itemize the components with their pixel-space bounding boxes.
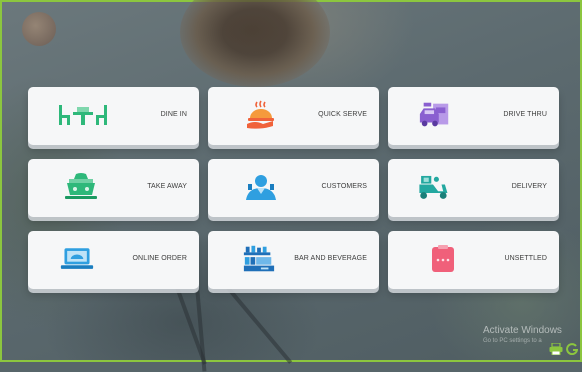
bar-beverage-icon <box>242 244 276 274</box>
drive-thru-car-icon <box>418 100 452 130</box>
dine-in-tile[interactable]: DINE IN <box>28 87 199 145</box>
tile-label: UNSETTLED <box>504 255 547 262</box>
online-order-tile[interactable]: ONLINE ORDER <box>28 231 199 289</box>
bar-beverage-tile[interactable]: BAR AND BEVERAGE <box>208 231 379 289</box>
tile-label: TAKE AWAY <box>147 183 187 190</box>
tile-grid: DINE IN QUICK SERVE DRIVE THRU TAKE AWAY… <box>28 87 559 289</box>
online-order-laptop-icon <box>60 244 94 274</box>
dine-in-table-icon <box>58 100 108 130</box>
unsettled-clipboard-icon <box>426 244 460 274</box>
printer-icon[interactable] <box>549 342 563 360</box>
watermark-title: Activate Windows <box>483 325 562 336</box>
serving-dish-icon <box>244 100 278 130</box>
tile-label: DINE IN <box>160 111 187 118</box>
customer-person-icon <box>244 172 278 202</box>
delivery-scooter-icon <box>416 172 450 202</box>
delivery-tile[interactable]: DELIVERY <box>388 159 559 217</box>
take-away-tile[interactable]: TAKE AWAY <box>28 159 199 217</box>
background-plate <box>180 0 330 87</box>
background-apple <box>22 12 56 46</box>
customers-tile[interactable]: CUSTOMERS <box>208 159 379 217</box>
tile-label: BAR AND BEVERAGE <box>294 255 367 262</box>
tile-label: ONLINE ORDER <box>132 255 187 262</box>
quick-serve-tile[interactable]: QUICK SERVE <box>208 87 379 145</box>
tile-label: DELIVERY <box>511 183 547 190</box>
tile-label: QUICK SERVE <box>318 111 367 118</box>
corner-tray <box>549 342 579 360</box>
unsettled-tile[interactable]: UNSETTLED <box>388 231 559 289</box>
g-logo-icon[interactable] <box>566 342 579 360</box>
drive-thru-tile[interactable]: DRIVE THRU <box>388 87 559 145</box>
takeaway-bag-icon <box>64 172 98 202</box>
tile-label: CUSTOMERS <box>321 183 367 190</box>
tile-label: DRIVE THRU <box>503 111 547 118</box>
